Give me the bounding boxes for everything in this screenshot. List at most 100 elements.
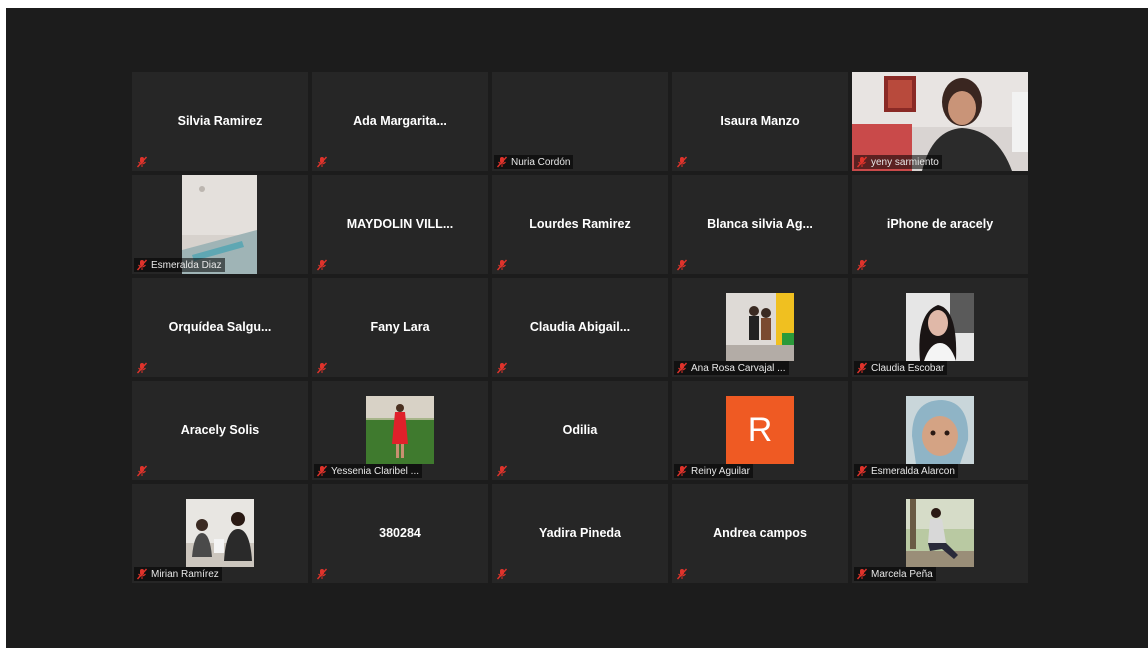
mic-muted-icon [676, 568, 688, 580]
participant-photo [906, 396, 974, 464]
participant-label: Esmeralda Alarcon [871, 465, 955, 477]
participant-tile[interactable]: yeny sarmiento [852, 72, 1028, 171]
mic-muted-icon [676, 259, 688, 271]
participant-name: MAYDOLIN VILL... [346, 217, 454, 231]
participant-footer: Ana Rosa Carvajal ... [674, 361, 789, 375]
participant-tile[interactable]: Esmeralda Diaz [132, 175, 308, 274]
mic-muted-icon [496, 156, 508, 168]
participant-tile[interactable]: Marcela Peña [852, 484, 1028, 583]
participant-tile[interactable]: Blanca silvia Ag... [672, 175, 848, 274]
participant-name: Silvia Ramirez [177, 114, 263, 128]
mic-muted-icon [316, 465, 328, 477]
mic-muted-icon [856, 156, 868, 168]
participant-tile[interactable]: Mirian Ramírez [132, 484, 308, 583]
participant-tile[interactable]: Esmeralda Alarcon [852, 381, 1028, 480]
participant-name: Orquídea Salgu... [168, 320, 272, 334]
participant-tile[interactable]: Orquídea Salgu... [132, 278, 308, 377]
participant-photo [906, 293, 974, 361]
mic-muted-icon [316, 156, 328, 168]
participant-name: Claudia Abigail... [529, 320, 631, 334]
participant-name: iPhone de aracely [886, 217, 994, 231]
participant-footer [314, 567, 334, 581]
participant-footer [494, 258, 514, 272]
participant-tile[interactable]: Ana Rosa Carvajal ... [672, 278, 848, 377]
participant-footer: Esmeralda Diaz [134, 258, 225, 272]
participant-tile[interactable]: iPhone de aracely [852, 175, 1028, 274]
participant-name: Yadira Pineda [539, 526, 621, 540]
participant-tile[interactable]: Andrea campos [672, 484, 848, 583]
participant-tile[interactable]: Aracely Solis [132, 381, 308, 480]
participant-tile[interactable]: Ada Margarita... [312, 72, 488, 171]
participant-tile[interactable]: Lourdes Ramirez [492, 175, 668, 274]
participant-footer: yeny sarmiento [854, 155, 942, 169]
participant-footer [314, 155, 334, 169]
participant-label: Claudia Escobar [871, 362, 945, 374]
mic-muted-icon [316, 259, 328, 271]
participant-name: Blanca silvia Ag... [707, 217, 813, 231]
participant-footer [134, 155, 154, 169]
participant-footer [494, 567, 514, 581]
participant-name: Aracely Solis [180, 423, 260, 437]
participant-name: Fany Lara [370, 320, 430, 334]
participant-footer [674, 567, 694, 581]
participant-name: 380284 [379, 526, 421, 540]
participant-footer: Reiny Aguilar [674, 464, 753, 478]
mic-muted-icon [496, 465, 508, 477]
participant-name: Isaura Manzo [720, 114, 800, 128]
participant-tile[interactable]: Claudia Escobar [852, 278, 1028, 377]
participant-tile[interactable]: Isaura Manzo [672, 72, 848, 171]
participant-tile[interactable]: MAYDOLIN VILL... [312, 175, 488, 274]
participant-tile[interactable]: Silvia Ramirez [132, 72, 308, 171]
mic-muted-icon [496, 568, 508, 580]
mic-muted-icon [856, 259, 868, 271]
participant-tile[interactable]: R Reiny Aguilar [672, 381, 848, 480]
mic-muted-icon [316, 362, 328, 374]
participant-footer [134, 464, 154, 478]
participant-label: yeny sarmiento [871, 156, 939, 168]
participant-avatar: R [726, 396, 794, 464]
participant-name: Andrea campos [713, 526, 807, 540]
participant-footer [314, 361, 334, 375]
participant-footer: Claudia Escobar [854, 361, 948, 375]
participant-name: Odilia [562, 423, 598, 437]
participant-tile[interactable]: Claudia Abigail... [492, 278, 668, 377]
participant-label: Yessenia Claribel ... [331, 465, 420, 477]
meeting-window: Silvia Ramirez Ada Margarita... Nuria Co… [6, 8, 1148, 648]
participant-tile[interactable]: Yadira Pineda [492, 484, 668, 583]
mic-muted-icon [676, 362, 688, 374]
mic-muted-icon [856, 362, 868, 374]
mic-muted-icon [676, 465, 688, 477]
participant-label: Reiny Aguilar [691, 465, 750, 477]
participant-label: Ana Rosa Carvajal ... [691, 362, 786, 374]
mic-muted-icon [856, 568, 868, 580]
participant-footer: Esmeralda Alarcon [854, 464, 958, 478]
participant-gallery: Silvia Ramirez Ada Margarita... Nuria Co… [132, 72, 1028, 586]
mic-muted-icon [136, 465, 148, 477]
participant-footer [134, 361, 154, 375]
participant-tile[interactable]: Fany Lara [312, 278, 488, 377]
participant-footer [674, 155, 694, 169]
participant-tile[interactable]: Yessenia Claribel ... [312, 381, 488, 480]
participant-tile[interactable]: Odilia [492, 381, 668, 480]
participant-label: Mirian Ramírez [151, 568, 219, 580]
mic-muted-icon [136, 362, 148, 374]
participant-label: Nuria Cordón [511, 156, 571, 168]
participant-footer [854, 258, 874, 272]
participant-name: Ada Margarita... [353, 114, 447, 128]
mic-muted-icon [676, 156, 688, 168]
participant-label: Marcela Peña [871, 568, 933, 580]
participant-photo [726, 293, 794, 361]
participant-footer [494, 361, 514, 375]
mic-muted-icon [496, 362, 508, 374]
participant-photo [186, 499, 254, 567]
participant-tile[interactable]: Nuria Cordón [492, 72, 668, 171]
participant-footer: Nuria Cordón [494, 155, 574, 169]
participant-name: Lourdes Ramirez [529, 217, 631, 231]
participant-tile[interactable]: 380284 [312, 484, 488, 583]
participant-photo [366, 396, 434, 464]
participant-label: Esmeralda Diaz [151, 259, 222, 271]
mic-muted-icon [136, 259, 148, 271]
mic-muted-icon [136, 156, 148, 168]
mic-muted-icon [856, 465, 868, 477]
participant-footer [674, 258, 694, 272]
